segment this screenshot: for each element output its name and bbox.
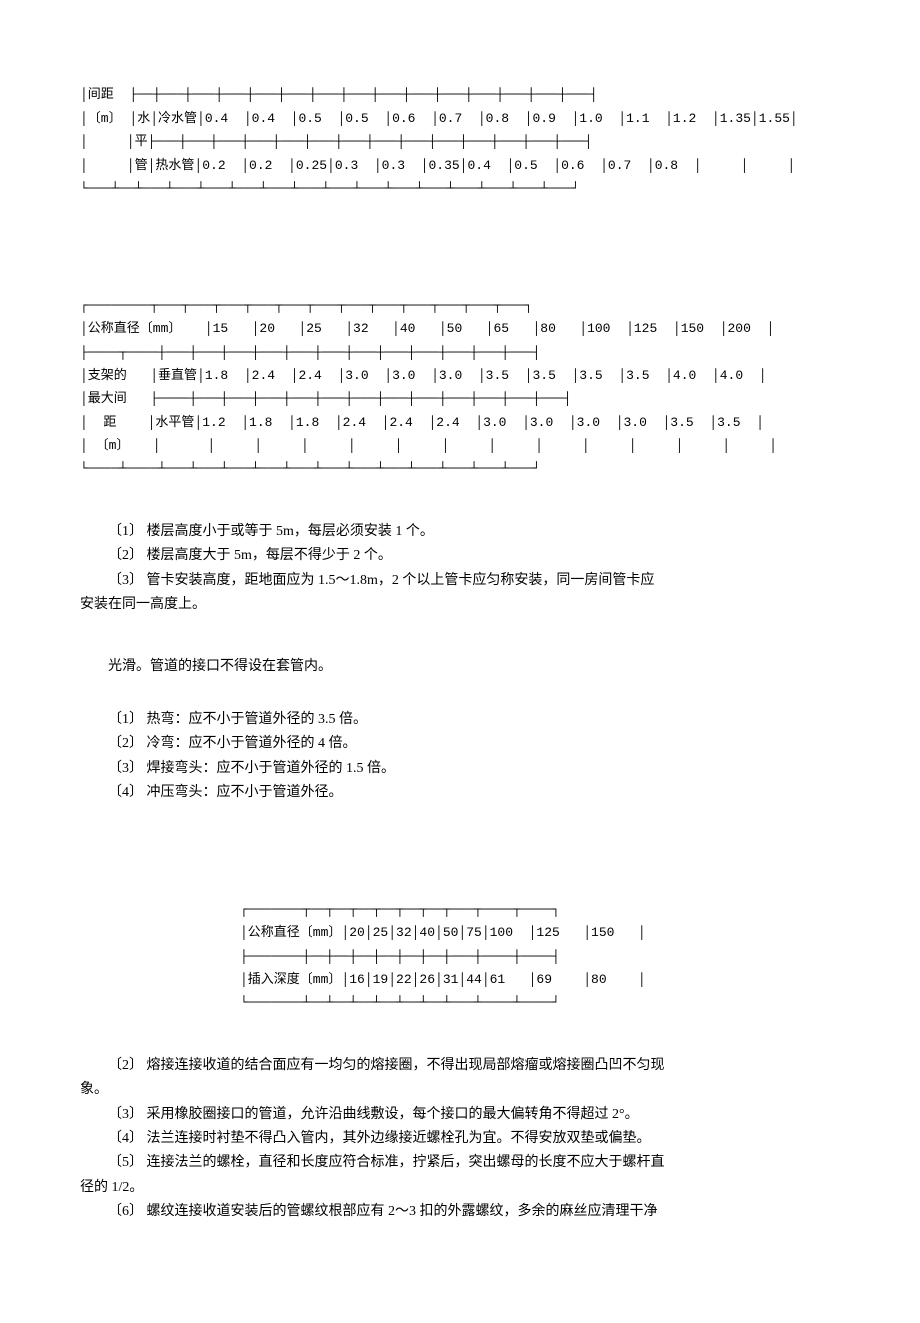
notes-block-2: 〔2〕 熔接连接收道的结合面应有一均匀的熔接圈，不得出现局部熔瘤或熔接圈凸凹不匀… (80, 1055, 840, 1224)
bend-3: 〔3〕 焊接弯头：应不小于管道外径的 1.5 倍。 (80, 758, 840, 780)
t2-bottom: └────┴────┴───┴───┴───┴───┴───┴───┴───┴─… (80, 461, 540, 476)
section-smooth: 光滑。管道的接口不得设在套管内。 (80, 656, 840, 678)
note-2-5b: 径的 1/2。 (80, 1177, 840, 1199)
note-2-2b: 象。 (80, 1079, 840, 1101)
t2-top: ┌────────┬───┬───┬───┬───┬───┬───┬───┬──… (80, 298, 532, 313)
t1-r3: │ │平├───┼───┼───┼───┼───┼───┼───┼───┼───… (80, 134, 592, 149)
note-2-5: 〔5〕 连接法兰的螺栓，直径和长度应符合标准，拧紧后，突出螺母的长度不应大于螺杆… (80, 1152, 840, 1174)
t2-div1: ├────┬────┼───┼───┼───┼───┼───┼───┼───┼─… (80, 345, 540, 360)
note-1-1: 〔1〕 楼层高度小于或等于 5m，每层必须安装 1 个。 (80, 521, 840, 543)
note-1-2: 〔2〕 楼层高度大于 5m，每层不得少于 2 个。 (80, 545, 840, 567)
t1-r2: │〔m〕 │水│冷水管│0.4 │0.4 │0.5 │0.5 │0.6 │0.7… (80, 111, 798, 126)
table-2-support-spacing: ┌────────┬───┬───┬───┬───┬───┬───┬───┬──… (80, 270, 840, 481)
notes-block-1: 〔1〕 楼层高度小于或等于 5m，每层必须安装 1 个。 〔2〕 楼层高度大于 … (80, 521, 840, 617)
t1-r1: │间距 ├──┼───┼───┼───┼───┼───┼───┼───┼───┼… (80, 87, 598, 102)
section-smooth-p1: 光滑。管道的接口不得设在套管内。 (80, 656, 840, 678)
table-3-insert-depth: ┌───────┬──┬──┬──┬──┬──┬──┬───┬────┬────… (240, 874, 840, 1014)
t3-bottom: └───────┴──┴──┴──┴──┴──┴──┴───┴────┴────… (240, 995, 560, 1010)
t2-r1: │支架的 │垂直管│1.8 │2.4 │2.4 │3.0 │3.0 │3.0 │… (80, 368, 767, 383)
t1-bottom: └───┴──┴───┴───┴───┴───┴───┴───┴───┴───┴… (80, 181, 579, 196)
t2-header: │公称直径〔mm〕 │15 │20 │25 │32 │40 │50 │65 │8… (80, 321, 774, 336)
t3-div: ├───────┼──┼──┼──┼──┼──┼──┼───┼────┼────… (240, 949, 560, 964)
t1-r4: │ │管│热水管│0.2 │0.2 │0.25│0.3 │0.3 │0.35│0… (80, 158, 795, 173)
note-2-3: 〔3〕 采用橡胶圈接口的管道，允许沿曲线敷设，每个接口的最大偏转角不得超过 2°… (80, 1104, 840, 1126)
note-2-2: 〔2〕 熔接连接收道的结合面应有一均匀的熔接圈，不得出现局部熔瘤或熔接圈凸凹不匀… (80, 1055, 840, 1077)
t3-header: │公称直径〔mm〕│20│25│32│40│50│75│100 │125 │15… (240, 925, 646, 940)
t3-row1: │插入深度〔mm〕│16│19│22│26│31│44│61 │69 │80 │ (240, 972, 646, 987)
bend-2: 〔2〕 冷弯：应不小于管道外径的 4 倍。 (80, 733, 840, 755)
t2-r2: │最大间 ├────┼───┼───┼───┼───┼───┼───┼───┼─… (80, 391, 572, 406)
note-1-3b: 安装在同一高度上。 (80, 594, 840, 616)
bend-notes: 〔1〕 热弯：应不小于管道外径的 3.5 倍。 〔2〕 冷弯：应不小于管道外径的… (80, 709, 840, 805)
t2-r4: │ 〔m〕 │ │ │ │ │ │ │ │ │ │ │ │ │ │ (80, 438, 777, 453)
note-1-3: 〔3〕 管卡安装高度，距地面应为 1.5～1.8m，2 个以上管卡应匀称安装，同… (80, 570, 840, 592)
bend-1: 〔1〕 热弯：应不小于管道外径的 3.5 倍。 (80, 709, 840, 731)
t3-top: ┌───────┬──┬──┬──┬──┬──┬──┬───┬────┬────… (240, 902, 560, 917)
table-1-spacing: │间距 ├──┼───┼───┼───┼───┼───┼───┼───┼───┼… (80, 60, 840, 200)
bend-4: 〔4〕 冲压弯头：应不小于管道外径。 (80, 782, 840, 804)
note-2-6: 〔6〕 螺纹连接收道安装后的管螺纹根部应有 2～3 扣的外露螺纹，多余的麻丝应清… (80, 1201, 840, 1223)
note-2-4: 〔4〕 法兰连接时衬垫不得凸入管内，其外边缘接近螺栓孔为宜。不得安放双垫或偏垫。 (80, 1128, 840, 1150)
t2-r3: │ 距 │水平管│1.2 │1.8 │1.8 │2.4 │2.4 │2.4 │3… (80, 415, 764, 430)
